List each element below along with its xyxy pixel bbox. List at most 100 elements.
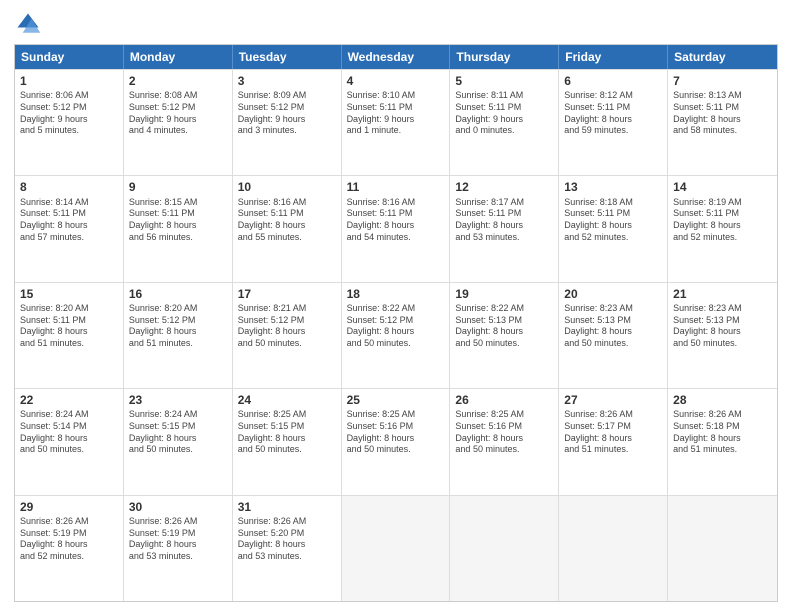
cell-details: Sunrise: 8:11 AMSunset: 5:11 PMDaylight:… — [455, 90, 553, 137]
cell-details: Sunrise: 8:06 AMSunset: 5:12 PMDaylight:… — [20, 90, 118, 137]
calendar-cell: 16Sunrise: 8:20 AMSunset: 5:12 PMDayligh… — [124, 283, 233, 388]
calendar-cell: 6Sunrise: 8:12 AMSunset: 5:11 PMDaylight… — [559, 70, 668, 175]
day-number: 5 — [455, 73, 553, 89]
cell-details: Sunrise: 8:12 AMSunset: 5:11 PMDaylight:… — [564, 90, 662, 137]
day-number: 12 — [455, 179, 553, 195]
cell-details: Sunrise: 8:16 AMSunset: 5:11 PMDaylight:… — [238, 197, 336, 244]
day-header-saturday: Saturday — [668, 45, 777, 69]
calendar-cell: 23Sunrise: 8:24 AMSunset: 5:15 PMDayligh… — [124, 389, 233, 494]
day-number: 4 — [347, 73, 445, 89]
page: SundayMondayTuesdayWednesdayThursdayFrid… — [0, 0, 792, 612]
cell-details: Sunrise: 8:19 AMSunset: 5:11 PMDaylight:… — [673, 197, 772, 244]
calendar-cell: 3Sunrise: 8:09 AMSunset: 5:12 PMDaylight… — [233, 70, 342, 175]
day-number: 19 — [455, 286, 553, 302]
calendar-cell: 22Sunrise: 8:24 AMSunset: 5:14 PMDayligh… — [15, 389, 124, 494]
day-header-wednesday: Wednesday — [342, 45, 451, 69]
cell-details: Sunrise: 8:23 AMSunset: 5:13 PMDaylight:… — [564, 303, 662, 350]
day-header-monday: Monday — [124, 45, 233, 69]
cell-details: Sunrise: 8:26 AMSunset: 5:17 PMDaylight:… — [564, 409, 662, 456]
day-number: 20 — [564, 286, 662, 302]
cell-details: Sunrise: 8:18 AMSunset: 5:11 PMDaylight:… — [564, 197, 662, 244]
day-number: 3 — [238, 73, 336, 89]
calendar-row: 15Sunrise: 8:20 AMSunset: 5:11 PMDayligh… — [15, 282, 777, 388]
day-number: 21 — [673, 286, 772, 302]
calendar-cell — [450, 496, 559, 601]
day-number: 31 — [238, 499, 336, 515]
calendar-cell: 7Sunrise: 8:13 AMSunset: 5:11 PMDaylight… — [668, 70, 777, 175]
calendar-cell — [668, 496, 777, 601]
calendar-cell: 26Sunrise: 8:25 AMSunset: 5:16 PMDayligh… — [450, 389, 559, 494]
calendar-cell: 20Sunrise: 8:23 AMSunset: 5:13 PMDayligh… — [559, 283, 668, 388]
day-number: 23 — [129, 392, 227, 408]
calendar-cell: 9 Sunrise: 8:15 AMSunset: 5:11 PMDaylight… — [124, 176, 233, 281]
day-number: 8 — [20, 179, 118, 195]
cell-details: Sunrise: 8:25 AMSunset: 5:15 PMDaylight:… — [238, 409, 336, 456]
calendar-row: 8Sunrise: 8:14 AMSunset: 5:11 PMDaylight… — [15, 175, 777, 281]
cell-details: Sunrise: 8:26 AMSunset: 5:20 PMDaylight:… — [238, 516, 336, 563]
calendar-cell — [342, 496, 451, 601]
cell-details: Sunrise: 8:24 AMSunset: 5:14 PMDaylight:… — [20, 409, 118, 456]
calendar-cell: 1Sunrise: 8:06 AMSunset: 5:12 PMDaylight… — [15, 70, 124, 175]
calendar-header: SundayMondayTuesdayWednesdayThursdayFrid… — [15, 45, 777, 69]
calendar-row: 29Sunrise: 8:26 AMSunset: 5:19 PMDayligh… — [15, 495, 777, 601]
calendar-cell: 19Sunrise: 8:22 AMSunset: 5:13 PMDayligh… — [450, 283, 559, 388]
day-number: 2 — [129, 73, 227, 89]
calendar-cell: 29Sunrise: 8:26 AMSunset: 5:19 PMDayligh… — [15, 496, 124, 601]
day-number: 10 — [238, 179, 336, 195]
day-number: 28 — [673, 392, 772, 408]
calendar-cell: 14 Sunrise: 8:19 AMSunset: 5:11 PMDayligh… — [668, 176, 777, 281]
cell-details: Sunrise: 8:16 AMSunset: 5:11 PMDaylight:… — [347, 197, 445, 244]
day-number: 13 — [564, 179, 662, 195]
calendar-cell: 2Sunrise: 8:08 AMSunset: 5:12 PMDaylight… — [124, 70, 233, 175]
cell-details: Sunrise: 8:26 AMSunset: 5:19 PMDaylight:… — [20, 516, 118, 563]
day-number: 24 — [238, 392, 336, 408]
day-number: 27 — [564, 392, 662, 408]
calendar-cell: 28Sunrise: 8:26 AMSunset: 5:18 PMDayligh… — [668, 389, 777, 494]
calendar-cell: 18Sunrise: 8:22 AMSunset: 5:12 PMDayligh… — [342, 283, 451, 388]
day-number: 17 — [238, 286, 336, 302]
day-number: 16 — [129, 286, 227, 302]
calendar-cell: 12Sunrise: 8:17 AMSunset: 5:11 PMDayligh… — [450, 176, 559, 281]
cell-details: Sunrise: 8:08 AMSunset: 5:12 PMDaylight:… — [129, 90, 227, 137]
day-header-thursday: Thursday — [450, 45, 559, 69]
calendar-body: 1Sunrise: 8:06 AMSunset: 5:12 PMDaylight… — [15, 69, 777, 601]
calendar-row: 1Sunrise: 8:06 AMSunset: 5:12 PMDaylight… — [15, 69, 777, 175]
cell-details: Sunrise: 8:26 AMSunset: 5:19 PMDaylight:… — [129, 516, 227, 563]
cell-details: Sunrise: 8:25 AMSunset: 5:16 PMDaylight:… — [347, 409, 445, 456]
cell-details: Sunrise: 8:22 AMSunset: 5:12 PMDaylight:… — [347, 303, 445, 350]
cell-details: Sunrise: 8:10 AMSunset: 5:11 PMDaylight:… — [347, 90, 445, 137]
calendar-cell: 24Sunrise: 8:25 AMSunset: 5:15 PMDayligh… — [233, 389, 342, 494]
cell-details: Sunrise: 8:26 AMSunset: 5:18 PMDaylight:… — [673, 409, 772, 456]
calendar-cell: 8Sunrise: 8:14 AMSunset: 5:11 PMDaylight… — [15, 176, 124, 281]
day-number: 25 — [347, 392, 445, 408]
day-number: 9 — [129, 179, 227, 195]
logo-icon — [14, 10, 42, 38]
day-number: 11 — [347, 179, 445, 195]
cell-details: Sunrise: 8:25 AMSunset: 5:16 PMDaylight:… — [455, 409, 553, 456]
cell-details: Sunrise: 8:09 AMSunset: 5:12 PMDaylight:… — [238, 90, 336, 137]
day-number: 14 — [673, 179, 772, 195]
calendar-cell: 27Sunrise: 8:26 AMSunset: 5:17 PMDayligh… — [559, 389, 668, 494]
day-number: 18 — [347, 286, 445, 302]
cell-details: Sunrise: 8:15 AMSunset: 5:11 PMDaylight:… — [129, 197, 227, 244]
calendar-cell: 11 Sunrise: 8:16 AMSunset: 5:11 PMDayligh… — [342, 176, 451, 281]
header — [14, 10, 778, 38]
day-header-friday: Friday — [559, 45, 668, 69]
calendar-cell: 15Sunrise: 8:20 AMSunset: 5:11 PMDayligh… — [15, 283, 124, 388]
calendar-cell: 10 Sunrise: 8:16 AMSunset: 5:11 PMDayligh… — [233, 176, 342, 281]
day-header-tuesday: Tuesday — [233, 45, 342, 69]
cell-details: Sunrise: 8:23 AMSunset: 5:13 PMDaylight:… — [673, 303, 772, 350]
cell-details: Sunrise: 8:24 AMSunset: 5:15 PMDaylight:… — [129, 409, 227, 456]
cell-details: Sunrise: 8:20 AMSunset: 5:12 PMDaylight:… — [129, 303, 227, 350]
calendar: SundayMondayTuesdayWednesdayThursdayFrid… — [14, 44, 778, 602]
calendar-row: 22Sunrise: 8:24 AMSunset: 5:14 PMDayligh… — [15, 388, 777, 494]
day-number: 26 — [455, 392, 553, 408]
day-number: 1 — [20, 73, 118, 89]
calendar-cell: 4Sunrise: 8:10 AMSunset: 5:11 PMDaylight… — [342, 70, 451, 175]
logo — [14, 10, 46, 38]
day-number: 29 — [20, 499, 118, 515]
day-number: 22 — [20, 392, 118, 408]
cell-details: Sunrise: 8:13 AMSunset: 5:11 PMDaylight:… — [673, 90, 772, 137]
cell-details: Sunrise: 8:21 AMSunset: 5:12 PMDaylight:… — [238, 303, 336, 350]
day-number: 7 — [673, 73, 772, 89]
